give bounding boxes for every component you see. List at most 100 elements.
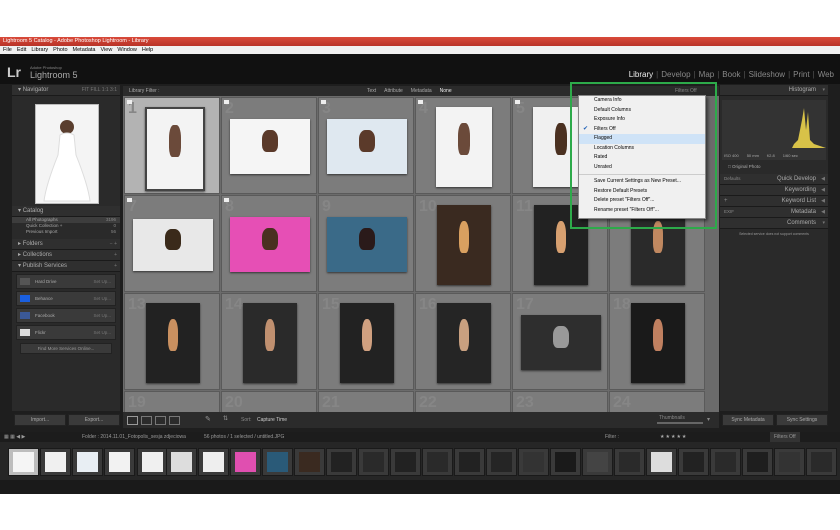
filmstrip-thumbnail[interactable] [806,448,837,476]
comments-collapse-icon[interactable]: ▾ [822,218,825,228]
grid-cell[interactable]: 23 [512,391,608,412]
menu-window[interactable]: Window [117,47,137,53]
histogram-collapse-icon[interactable]: ▾ [822,85,825,95]
keywording-expand-icon[interactable]: ◀ [821,185,825,195]
module-book[interactable]: Book [722,70,740,79]
add-folder-icon[interactable]: − + [110,239,117,249]
grid-cell[interactable]: 19 [124,391,220,412]
grid-cell[interactable]: 3 [318,97,414,194]
grid-cell[interactable]: 17 [512,293,608,390]
grid-cell[interactable]: 24 [609,391,705,412]
photo-thumbnail[interactable] [436,106,492,187]
keyword-list-header[interactable]: + Keyword List ◀ [720,196,828,207]
module-map[interactable]: Map [699,70,715,79]
menu-file[interactable]: File [3,47,12,53]
navigator-zoom[interactable]: FIT FILL 1:1 3:1 [82,85,117,95]
painter-icon[interactable]: ✎ [205,415,211,423]
compare-view-icon[interactable] [155,416,166,425]
filmstrip-thumbnail[interactable] [742,448,773,476]
add-collection-icon[interactable]: + [114,250,117,260]
original-photo-toggle[interactable]: □ Original Photo [720,164,828,170]
menu-metadata[interactable]: Metadata [73,47,96,53]
filmstrip-thumbnail[interactable] [646,448,677,476]
grid-cell[interactable]: 15 [318,293,414,390]
publish-service-item[interactable]: Hard Drive Set Up... [16,274,116,289]
publish-service-item[interactable]: Behance Set Up... [16,291,116,306]
filmstrip-thumbnail[interactable] [137,448,168,476]
module-develop[interactable]: Develop [661,70,690,79]
filmstrip-thumbnail[interactable] [390,448,421,476]
filmstrip-thumbnail[interactable] [678,448,709,476]
filter-option-text[interactable]: Text [367,86,376,96]
grid-cell[interactable]: 20 [221,391,317,412]
photo-thumbnail[interactable] [327,217,407,272]
loupe-view-icon[interactable] [141,416,152,425]
photo-thumbnail[interactable] [437,204,491,285]
keywording-header[interactable]: Keywording ◀ [720,185,828,196]
import-button[interactable]: Import... [14,414,66,426]
filmstrip-thumbnail[interactable] [326,448,357,476]
comments-header[interactable]: Comments ▾ [720,218,828,229]
sort-direction-icon[interactable]: ⇅ [223,415,228,422]
sync-settings-button[interactable]: Sync Settings [776,414,828,426]
grid-cell[interactable]: 13 [124,293,220,390]
filmstrip-thumbnail[interactable] [40,448,71,476]
filmstrip-filter-select[interactable]: Filters Off [770,432,800,442]
filmstrip-thumbnail[interactable] [582,448,613,476]
filmstrip-thumbnail[interactable] [454,448,485,476]
quick-develop-preset[interactable]: Defaults [724,174,741,184]
menu-edit[interactable]: Edit [17,47,26,53]
photo-thumbnail[interactable] [145,106,205,191]
keyword-list-expand-icon[interactable]: ◀ [821,196,825,206]
photo-thumbnail[interactable] [146,302,200,383]
photo-thumbnail[interactable] [437,302,491,383]
metadata-expand-icon[interactable]: ◀ [821,207,825,217]
module-print[interactable]: Print [793,70,809,79]
add-keyword-icon[interactable]: + [724,196,728,206]
survey-view-icon[interactable] [169,416,180,425]
grid-cell[interactable]: 21 [318,391,414,412]
navigator-header[interactable]: ▾ Navigator FIT FILL 1:1 3:1 [12,85,120,96]
grid-cell[interactable]: 14 [221,293,317,390]
photo-thumbnail[interactable] [521,315,601,370]
photo-thumbnail[interactable] [327,119,407,174]
filmstrip-thumbnail[interactable] [198,448,229,476]
add-service-icon[interactable]: + [114,261,117,271]
publish-services-header[interactable]: ▾ Publish Services + [12,261,120,272]
grid-cell[interactable]: 4 [415,97,511,194]
filmstrip-thumbnail[interactable] [294,448,325,476]
catalog-item[interactable]: Previous Import 56 [12,229,120,235]
menu-library[interactable]: Library [31,47,48,53]
module-slideshow[interactable]: Slideshow [749,70,785,79]
metadata-preset[interactable]: EXIF [724,207,734,217]
thumbnail-size-slider[interactable] [657,422,703,424]
rating-stars-filter[interactable]: ★★★★★ [660,432,687,442]
photo-thumbnail[interactable] [133,218,213,271]
filmstrip-thumbnail[interactable] [358,448,389,476]
filmstrip-thumbnail[interactable] [518,448,549,476]
menu-help[interactable]: Help [142,47,153,53]
sort-select[interactable]: Capture Time [257,417,287,423]
publish-service-setup[interactable]: Set Up... [93,275,111,288]
grid-cell[interactable]: 9 [318,195,414,292]
module-library[interactable]: Library [629,70,653,79]
sync-metadata-button[interactable]: Sync Metadata [722,414,774,426]
filter-option-none[interactable]: None [440,86,452,96]
folders-header[interactable]: ▸ Folders − + [12,239,120,250]
filmstrip-thumbnail[interactable] [422,448,453,476]
filmstrip-nav-icons[interactable]: ▦ ▦ ◀ ▶ [4,432,25,442]
quick-develop-expand-icon[interactable]: ◀ [821,174,825,184]
filmstrip-thumbnail[interactable] [710,448,741,476]
photo-thumbnail[interactable] [340,302,394,383]
grid-cell[interactable]: 22 [415,391,511,412]
filmstrip-thumbnail[interactable] [774,448,805,476]
catalog-header[interactable]: ▾ Catalog [12,206,120,217]
quick-develop-header[interactable]: Defaults Quick Develop ◀ [720,174,828,185]
filter-option-attribute[interactable]: Attribute [384,86,403,96]
grid-cell[interactable]: 18 [609,293,705,390]
collections-header[interactable]: ▸ Collections + [12,250,120,261]
filter-option-metadata[interactable]: Metadata [411,86,432,96]
photo-thumbnail[interactable] [230,119,310,174]
filmstrip-thumbnail[interactable] [486,448,517,476]
photo-thumbnail[interactable] [631,302,685,383]
